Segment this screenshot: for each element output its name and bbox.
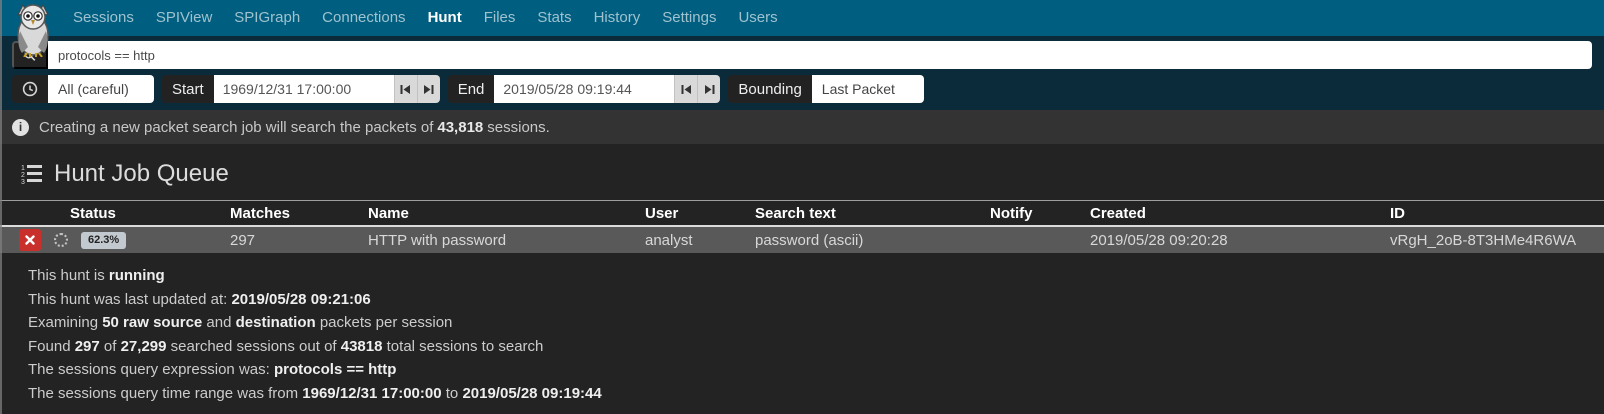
column-header-status: Status: [0, 205, 230, 222]
search-input[interactable]: [48, 41, 1592, 69]
hunt-table-header: StatusMatchesNameUserSearch textNotifyCr…: [0, 200, 1604, 225]
x-icon: [25, 235, 35, 245]
search-bar: [12, 41, 1592, 69]
nav-item-settings[interactable]: Settings: [651, 9, 727, 26]
column-header-id: ID: [1390, 205, 1604, 222]
window-edge-line: [0, 0, 2, 414]
svg-text:2: 2: [21, 172, 25, 179]
page-title: Hunt Job Queue: [54, 160, 229, 188]
cancel-hunt-button[interactable]: [19, 229, 41, 251]
nav-item-spigraph[interactable]: SPIGraph: [223, 9, 311, 26]
start-skip-forward-button[interactable]: [417, 75, 440, 103]
nav-item-history[interactable]: History: [583, 9, 652, 26]
hunt-header: 1 2 3 Hunt Job Queue: [0, 144, 1604, 200]
hunt-page: 1 2 3 Hunt Job Queue StatusMatchesNameUs…: [0, 144, 1604, 405]
bounding-group: Bounding Last Packet: [728, 75, 923, 103]
end-skip-back-button[interactable]: [674, 75, 697, 103]
main-nav: SessionsSPIViewSPIGraphConnectionsHuntFi…: [62, 0, 789, 36]
start-label: Start: [162, 75, 214, 103]
time-range-select[interactable]: All (careful): [48, 75, 154, 103]
clock-icon: [22, 81, 38, 97]
info-text-prefix: Creating a new packet search job will se…: [39, 119, 433, 136]
hunt-table: StatusMatchesNameUserSearch textNotifyCr…: [0, 200, 1604, 253]
top-navbar: SessionsSPIViewSPIGraphConnectionsHuntFi…: [0, 0, 1604, 36]
time-bar: All (careful) Start End: [12, 75, 1592, 103]
bounding-select[interactable]: Last Packet: [812, 75, 924, 103]
nav-item-users[interactable]: Users: [727, 9, 788, 26]
column-header-user: User: [645, 205, 755, 222]
column-header-matches: Matches: [230, 205, 368, 222]
hunt-detail-line: The sessions query expression was: proto…: [28, 358, 1604, 382]
info-icon: i: [12, 119, 29, 136]
hunt-job-row: 62.3% 297 HTTP with password analyst pas…: [0, 225, 1604, 253]
nav-item-files[interactable]: Files: [473, 9, 527, 26]
name-cell: HTTP with password: [368, 232, 645, 249]
skip-backward-icon: [681, 84, 692, 95]
search-section: All (careful) Start End: [0, 36, 1604, 110]
running-spinner-icon: [54, 233, 68, 247]
skip-forward-icon: [423, 84, 434, 95]
created-cell: 2019/05/28 09:20:28: [1090, 232, 1390, 249]
nav-item-stats[interactable]: Stats: [526, 9, 582, 26]
bounding-label: Bounding: [728, 75, 811, 103]
start-skip-back-button[interactable]: [394, 75, 417, 103]
nav-item-hunt[interactable]: Hunt: [417, 9, 473, 26]
hunt-detail-line: This hunt is running: [28, 264, 1604, 288]
hunt-detail-line: Examining 50 raw source and destination …: [28, 311, 1604, 335]
nav-item-sessions[interactable]: Sessions: [62, 9, 145, 26]
progress-badge: 62.3%: [81, 232, 126, 249]
status-cell: 62.3%: [0, 229, 230, 251]
column-header-search-text: Search text: [755, 205, 990, 222]
info-text-suffix: sessions.: [487, 119, 550, 136]
time-range-group: All (careful): [12, 75, 154, 103]
svg-text:3: 3: [21, 179, 25, 185]
nav-item-spiview[interactable]: SPIView: [145, 9, 223, 26]
skip-backward-icon: [400, 84, 411, 95]
end-skip-forward-button[interactable]: [697, 75, 720, 103]
hunt-detail-line: This hunt was last updated at: 2019/05/2…: [28, 288, 1604, 312]
column-header-name: Name: [368, 205, 645, 222]
column-header-notify: Notify: [990, 205, 1090, 222]
user-cell: analyst: [645, 232, 755, 249]
matches-cell: 297: [230, 232, 368, 249]
end-label: End: [448, 75, 495, 103]
arkime-owl-logo[interactable]: [10, 1, 56, 57]
list-ol-icon: 1 2 3: [20, 163, 42, 185]
search-text-cell: password (ascii): [755, 232, 990, 249]
end-time-group: End: [448, 75, 721, 103]
column-header-created: Created: [1090, 205, 1390, 222]
info-session-count: 43,818: [437, 119, 483, 136]
end-time-input[interactable]: [494, 75, 674, 103]
id-cell: vRgH_2oB-8T3HMe4R6WA: [1390, 232, 1604, 249]
svg-text:1: 1: [21, 165, 25, 172]
hunt-detail-line: Found 297 of 27,299 searched sessions ou…: [28, 335, 1604, 359]
hunt-detail-line: The sessions query time range was from 1…: [28, 382, 1604, 406]
clock-addon: [12, 75, 48, 103]
start-time-group: Start: [162, 75, 440, 103]
start-time-input[interactable]: [214, 75, 394, 103]
skip-forward-icon: [704, 84, 715, 95]
hunt-details: This hunt is runningThis hunt was last u…: [28, 264, 1604, 405]
nav-item-connections[interactable]: Connections: [311, 9, 416, 26]
info-bar: i Creating a new packet search job will …: [0, 110, 1604, 144]
